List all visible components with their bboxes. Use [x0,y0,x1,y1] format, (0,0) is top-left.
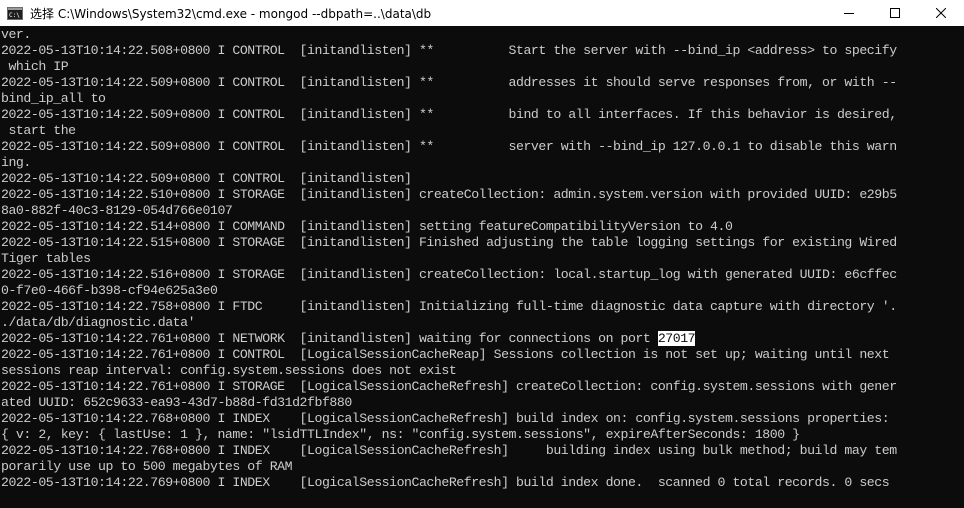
terminal-line: Tiger tables [1,251,963,267]
terminal-line: which IP [1,59,963,75]
window-controls [826,0,964,26]
maximize-button[interactable] [872,0,918,26]
terminal-line: 2022-05-13T10:14:22.515+0800 I STORAGE [… [1,235,963,251]
cmd-window: C:\ 选择 C:\Windows\System32\cmd.exe - mon… [0,0,964,508]
selected-text[interactable]: 27017 [657,331,696,346]
cmd-icon[interactable]: C:\ [7,6,23,20]
terminal-line: { v: 2, key: { lastUse: 1 }, name: "lsid… [1,427,963,443]
terminal-line: ./data/db/diagnostic.data' [1,315,963,331]
terminal-line: porarily use up to 500 megabytes of RAM [1,459,963,475]
terminal-line: ing. [1,155,963,171]
terminal-line: 2022-05-13T10:14:22.768+0800 I INDEX [Lo… [1,443,963,459]
close-icon [936,8,946,18]
terminal-line: 2022-05-13T10:14:22.761+0800 I STORAGE [… [1,379,963,395]
terminal-line-text: 2022-05-13T10:14:22.510+0800 I STORAGE [… [1,187,897,202]
terminal-line-text: 2022-05-13T10:14:22.508+0800 I CONTROL [… [1,43,897,58]
terminal-line-text: 2022-05-13T10:14:22.761+0800 I CONTROL [… [1,347,890,362]
maximize-icon [890,8,900,18]
terminal-line: 2022-05-13T10:14:22.761+0800 I NETWORK [… [1,331,963,347]
terminal-line: ated UUID: 652c9633-ea93-43d7-b88d-fd31d… [1,395,963,411]
terminal-line-text: 2022-05-13T10:14:22.509+0800 I CONTROL [… [1,139,897,154]
minimize-icon [844,13,854,14]
terminal-line: 2022-05-13T10:14:22.768+0800 I INDEX [Lo… [1,411,963,427]
terminal-line: 2022-05-13T10:14:22.516+0800 I STORAGE [… [1,267,963,283]
terminal-line-text: Tiger tables [1,251,91,266]
svg-text:C:\: C:\ [9,12,20,19]
terminal-line: 2022-05-13T10:14:22.508+0800 I CONTROL [… [1,43,963,59]
terminal-line: 2022-05-13T10:14:22.509+0800 I CONTROL [… [1,107,963,123]
terminal-line: 0-f7e0-466f-b398-cf94e625a3e0 [1,283,963,299]
terminal-line: start the [1,123,963,139]
terminal-line-text: sessions reap interval: config.system.se… [1,363,457,378]
terminal-line-text: 2022-05-13T10:14:22.761+0800 I NETWORK [… [1,331,658,346]
terminal-line-text: 2022-05-13T10:14:22.509+0800 I CONTROL [… [1,107,897,122]
terminal-output[interactable]: ver. 2022-05-13T10:14:22.508+0800 I CONTR… [1,27,963,508]
terminal-line-text: ing. [1,155,31,170]
close-button[interactable] [918,0,964,26]
terminal-line: 2022-05-13T10:14:22.761+0800 I CONTROL [… [1,347,963,363]
terminal-line-text: { v: 2, key: { lastUse: 1 }, name: "lsid… [1,427,800,442]
terminal-line-text: bind_ip_all to [1,91,106,106]
terminal-line: 2022-05-13T10:14:22.509+0800 I CONTROL [… [1,171,963,187]
terminal-line: bind_ip_all to [1,91,963,107]
terminal-line-text: 8a0-882f-40c3-8129-054d766e0107 [1,203,233,218]
terminal-line-text: 2022-05-13T10:14:22.769+0800 I INDEX [Lo… [1,475,890,490]
minimize-button[interactable] [826,0,872,26]
terminal-line-text: 2022-05-13T10:14:22.761+0800 I STORAGE [… [1,379,897,394]
terminal-line: 2022-05-13T10:14:22.509+0800 I CONTROL [… [1,139,963,155]
terminal-line-text: 0-f7e0-466f-b398-cf94e625a3e0 [1,283,218,298]
terminal-line-text: 2022-05-13T10:14:22.758+0800 I FTDC [ini… [1,299,897,314]
terminal-line: ver. [1,27,963,43]
terminal-line-text: start the [1,123,76,138]
terminal-line-text: 2022-05-13T10:14:22.516+0800 I STORAGE [… [1,267,897,282]
terminal-line: sessions reap interval: config.system.se… [1,363,963,379]
terminal-line-text: ated UUID: 652c9633-ea93-43d7-b88d-fd31d… [1,395,352,410]
terminal-line: 2022-05-13T10:14:22.758+0800 I FTDC [ini… [1,299,963,315]
title-bar[interactable]: C:\ 选择 C:\Windows\System32\cmd.exe - mon… [0,0,964,26]
terminal-line-text: ./data/db/diagnostic.data' [1,315,196,330]
terminal-line-text: porarily use up to 500 megabytes of RAM [1,459,293,474]
terminal-line-text: 2022-05-13T10:14:22.509+0800 I CONTROL [… [1,75,897,90]
terminal-line-text: 2022-05-13T10:14:22.509+0800 I CONTROL [… [1,171,412,186]
terminal-line: 2022-05-13T10:14:22.509+0800 I CONTROL [… [1,75,963,91]
terminal-line: 8a0-882f-40c3-8129-054d766e0107 [1,203,963,219]
terminal-line-text: ver. [1,27,31,42]
terminal-line: 2022-05-13T10:14:22.510+0800 I STORAGE [… [1,187,963,203]
terminal-line-text: 2022-05-13T10:14:22.768+0800 I INDEX [Lo… [1,411,890,426]
terminal-line-text: 2022-05-13T10:14:22.514+0800 I COMMAND [… [1,219,733,234]
terminal-line-text: 2022-05-13T10:14:22.515+0800 I STORAGE [… [1,235,897,250]
terminal-line: 2022-05-13T10:14:22.514+0800 I COMMAND [… [1,219,963,235]
terminal-line-text: which IP [1,59,69,74]
terminal-line-text: 2022-05-13T10:14:22.768+0800 I INDEX [Lo… [1,443,897,458]
window-title: 选择 C:\Windows\System32\cmd.exe - mongod … [30,6,432,21]
terminal-line: 2022-05-13T10:14:22.769+0800 I INDEX [Lo… [1,475,963,491]
